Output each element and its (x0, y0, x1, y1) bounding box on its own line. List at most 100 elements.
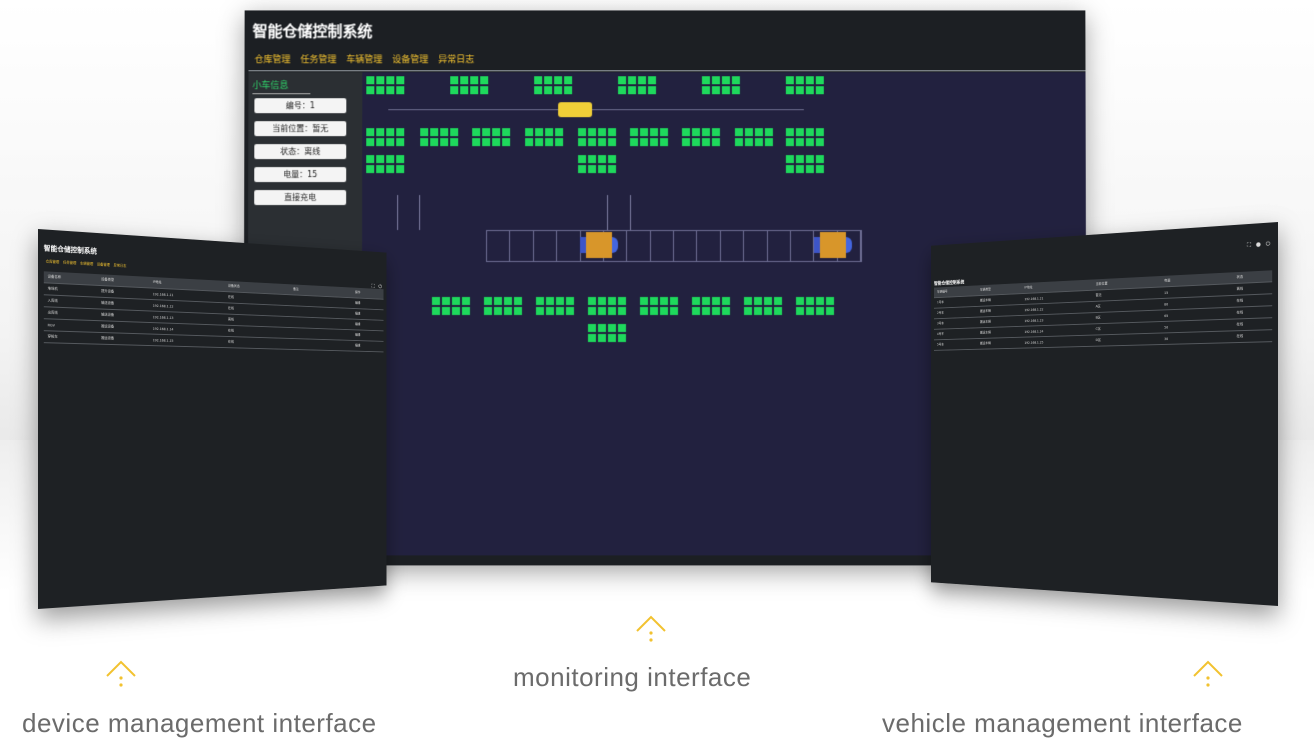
power-icon[interactable]: ⏻ (1266, 240, 1271, 248)
top-menu: 仓库管理 任务管理 车辆管理 设备管理 异常日志 (254, 52, 474, 65)
table-cell[interactable]: 编辑 (352, 312, 383, 318)
storage-rack[interactable] (588, 324, 626, 342)
storage-cell (682, 138, 690, 146)
column-header[interactable]: IP地址 (149, 280, 224, 289)
storage-rack[interactable] (618, 76, 656, 94)
vehicle-screen-icons: ⛶ ● ⏻ (1247, 240, 1270, 249)
storage-cell (554, 76, 562, 84)
storage-cell (702, 76, 710, 84)
user-icon[interactable]: ● (1256, 241, 1261, 249)
column-header[interactable]: 设备类型 (97, 277, 149, 284)
storage-rack[interactable] (786, 76, 824, 94)
storage-cell (702, 128, 710, 136)
menu-devices[interactable]: 设备管理 (97, 262, 110, 268)
table-cell[interactable]: 编辑 (352, 301, 383, 307)
column-header[interactable]: 设备名称 (44, 274, 98, 282)
storage-cell (650, 128, 658, 136)
storage-rack[interactable] (472, 128, 510, 146)
storage-rack[interactable] (692, 297, 730, 315)
table-cell: 192.168.1.11 (149, 292, 224, 299)
column-header[interactable]: 当前位置 (1092, 279, 1160, 287)
storage-rack[interactable] (630, 128, 668, 146)
storage-rack[interactable] (744, 297, 782, 315)
column-header[interactable]: 车辆类型 (977, 286, 1021, 293)
table-cell[interactable]: 在线 (1233, 297, 1272, 304)
storage-cell (608, 128, 616, 136)
menu-tasks[interactable]: 任务管理 (63, 260, 76, 266)
menu-vehicles[interactable]: 车辆管理 (346, 52, 382, 65)
storage-cell (396, 76, 404, 84)
storage-rack[interactable] (366, 128, 404, 146)
storage-rack[interactable] (578, 128, 616, 146)
menu-warehouse[interactable]: 仓库管理 (254, 52, 290, 65)
table-cell: 3号车 (934, 320, 977, 326)
storage-rack[interactable] (432, 297, 470, 315)
table-cell: 输送设备 (97, 301, 149, 308)
storage-rack[interactable] (682, 128, 720, 146)
table-cell (290, 344, 352, 346)
storage-rack[interactable] (640, 297, 678, 315)
table-cell[interactable]: 在线 (1233, 309, 1272, 315)
menu-tasks[interactable]: 任务管理 (300, 52, 336, 65)
storage-rack[interactable] (786, 155, 824, 173)
menu-warehouse[interactable]: 仓库管理 (46, 259, 59, 265)
storage-cell (546, 307, 554, 315)
column-header[interactable]: IP地址 (1021, 282, 1092, 290)
storage-rack[interactable] (420, 128, 458, 146)
table-cell: 搬运车辆 (977, 308, 1021, 314)
storage-cell (545, 138, 553, 146)
table-cell[interactable]: 在线 (1233, 321, 1272, 327)
storage-rack[interactable] (525, 128, 563, 146)
storage-rack[interactable] (588, 297, 626, 315)
column-header[interactable]: 备注 (290, 287, 352, 295)
menu-devices[interactable]: 设备管理 (392, 52, 428, 65)
storage-cell (555, 138, 563, 146)
storage-rack[interactable] (702, 76, 740, 94)
table-cell[interactable]: 编辑 (352, 344, 383, 349)
storage-cell (492, 128, 500, 136)
storage-rack[interactable] (534, 76, 572, 94)
storage-rack[interactable] (796, 297, 834, 315)
storage-rack[interactable] (484, 297, 522, 315)
storage-cell (735, 138, 743, 146)
menu-error-log[interactable]: 异常日志 (438, 52, 474, 65)
menu-error-log[interactable]: 异常日志 (114, 263, 127, 269)
storage-cell (722, 86, 730, 94)
table-cell[interactable]: 编辑 (352, 333, 383, 338)
agv-vehicle[interactable] (580, 232, 618, 258)
table-cell[interactable]: 在线 (1233, 333, 1272, 339)
table-cell: 提升设备 (97, 289, 149, 296)
storage-cell (786, 138, 794, 146)
shuttle-vehicle[interactable] (558, 102, 592, 117)
column-header[interactable]: 操作 (352, 290, 383, 296)
column-header[interactable]: 电量 (1161, 275, 1233, 283)
storage-rack[interactable] (735, 128, 773, 146)
storage-cell (462, 297, 470, 305)
table-cell: 搬运车辆 (977, 319, 1021, 325)
menu-vehicles[interactable]: 车辆管理 (80, 261, 93, 267)
storage-cell (535, 128, 543, 136)
column-header[interactable]: 车辆编号 (934, 288, 977, 295)
storage-cell (376, 165, 384, 173)
table-cell: B区 (1092, 313, 1160, 320)
agv-vehicle[interactable] (814, 232, 852, 258)
table-cell[interactable]: 编辑 (352, 322, 383, 328)
column-header[interactable]: 状态 (1233, 273, 1272, 280)
storage-cell (598, 307, 606, 315)
table-cell: 在线 (225, 340, 290, 347)
table-cell: 搬运设备 (97, 324, 149, 331)
table-cell: 2号车 (934, 310, 977, 316)
charge-button[interactable]: 直接充电 (254, 190, 346, 205)
storage-rack[interactable] (366, 76, 404, 94)
storage-rack[interactable] (786, 128, 824, 146)
storage-rack[interactable] (578, 155, 616, 173)
storage-cell (648, 76, 656, 84)
storage-cell (525, 128, 533, 136)
storage-rack[interactable] (450, 76, 488, 94)
storage-rack[interactable] (366, 155, 404, 173)
storage-rack[interactable] (536, 297, 574, 315)
expand-icon[interactable]: ⛶ (1247, 242, 1251, 250)
column-header[interactable]: 设备状态 (225, 284, 290, 292)
storage-cell (692, 128, 700, 136)
table-cell[interactable]: 离线 (1233, 285, 1272, 292)
